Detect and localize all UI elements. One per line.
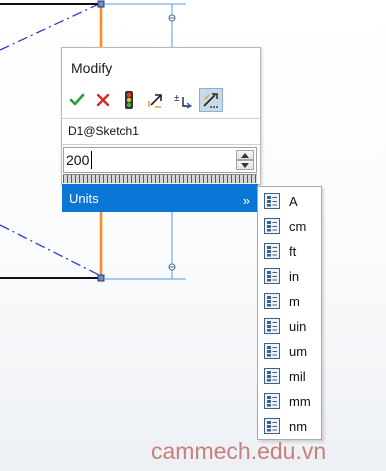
unit-icon <box>264 243 280 259</box>
unit-icon <box>264 368 280 384</box>
endpoint-bottom[interactable] <box>97 274 105 282</box>
unit-item-m[interactable]: m <box>258 289 321 313</box>
units-menu-item[interactable]: Units » <box>62 184 258 212</box>
unit-item-um[interactable]: um <box>258 339 321 363</box>
thumbwheel-ruler[interactable] <box>63 174 257 183</box>
unit-item-nm[interactable]: nm <box>258 414 321 438</box>
name-divider <box>62 144 260 145</box>
submenu-arrow-icon: » <box>242 193 250 208</box>
endpoint-top[interactable] <box>97 0 105 8</box>
drive-dimension-icon[interactable] <box>199 88 223 112</box>
unit-label: ft <box>289 244 297 259</box>
spin-up-button[interactable] <box>236 150 254 160</box>
unit-icon <box>264 218 280 234</box>
unit-item-mm[interactable]: mm <box>258 389 321 413</box>
modify-dialog: Modify ± D1@Sketch1 <box>61 47 261 185</box>
unit-label: m <box>289 294 300 309</box>
unit-item-ft[interactable]: ft <box>258 239 321 263</box>
unit-icon <box>264 193 280 209</box>
unit-label: nm <box>289 419 308 434</box>
svg-text:±: ± <box>174 93 180 104</box>
unit-label: A <box>289 194 298 209</box>
unit-item-mil[interactable]: mil <box>258 364 321 388</box>
unit-icon <box>264 318 280 334</box>
unit-label: mm <box>289 394 311 409</box>
unit-item-cm[interactable]: cm <box>258 214 321 238</box>
unit-icon <box>264 343 280 359</box>
units-submenu: A cm ft in m uin um mil mm nm <box>257 186 322 440</box>
unit-label: uin <box>289 319 307 334</box>
value-field[interactable] <box>63 147 257 173</box>
dimension-name-field: D1@Sketch1 <box>68 124 139 138</box>
unit-label: um <box>289 344 308 359</box>
construction-line-bottom <box>0 224 102 277</box>
unit-label: in <box>289 269 300 284</box>
unit-label: cm <box>289 219 307 234</box>
unit-icon <box>264 393 280 409</box>
rebuild-traffic-light-icon[interactable] <box>117 88 141 112</box>
unit-icon <box>264 268 280 284</box>
dimension-arrow-top <box>168 14 176 22</box>
unit-item-in[interactable]: in <box>258 264 321 288</box>
mark-dimension-icon[interactable]: ± <box>171 88 195 112</box>
cancel-x-icon[interactable] <box>91 88 115 112</box>
construction-line-top <box>0 2 102 51</box>
unit-label: mil <box>289 369 306 384</box>
units-label: Units <box>69 191 99 206</box>
dialog-title: Modify <box>71 60 113 76</box>
unit-item-uin[interactable]: uin <box>258 314 321 338</box>
spin-down-icon <box>241 162 249 168</box>
text-caret <box>91 151 92 169</box>
spin-down-button[interactable] <box>236 160 254 170</box>
watermark-text: cammech.edu.vn <box>151 438 327 464</box>
ok-check-icon[interactable] <box>65 88 89 112</box>
unit-icon <box>264 293 280 309</box>
unit-item-a[interactable]: A <box>258 189 321 213</box>
unit-icon <box>264 418 280 434</box>
reverse-direction-icon[interactable] <box>144 88 168 112</box>
dimension-arrow-bottom <box>168 263 176 271</box>
spin-up-icon <box>241 152 249 158</box>
